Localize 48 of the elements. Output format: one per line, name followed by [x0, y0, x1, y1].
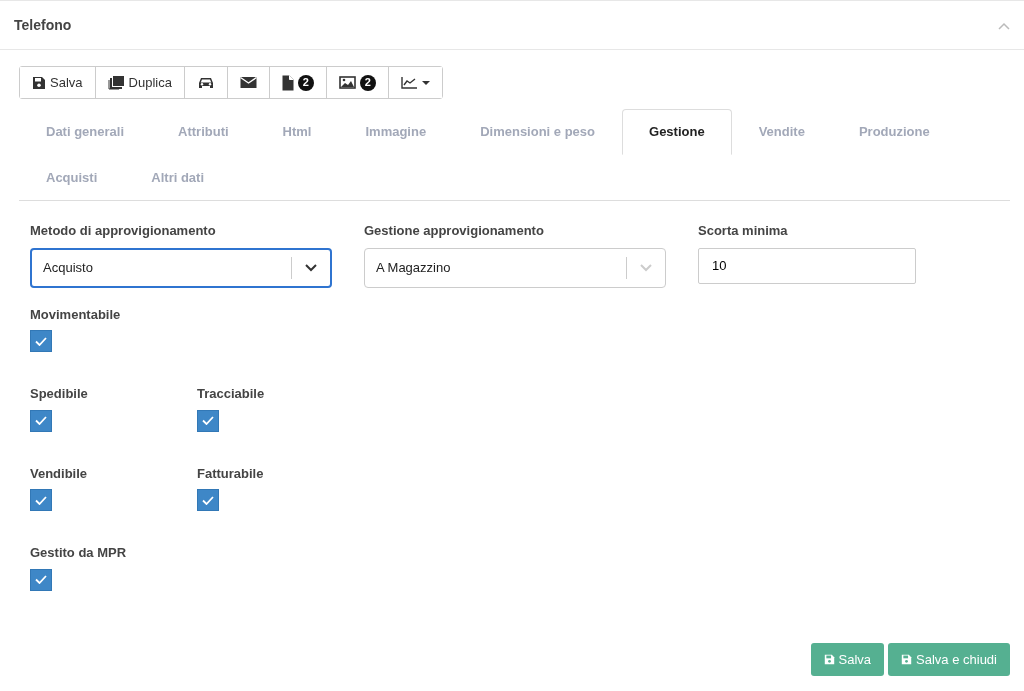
- car-icon: [196, 76, 215, 89]
- field-label: Gestione approvigionamento: [364, 222, 545, 240]
- checkbox-label: Movimentabile: [30, 305, 122, 324]
- checkbox-label: Tracciabile: [197, 385, 266, 403]
- checkbox[interactable]: [30, 330, 52, 352]
- save-button[interactable]: Salva: [810, 643, 885, 676]
- field-label: Metodo di approvigionamento: [30, 222, 217, 240]
- tab[interactable]: Attributi: [151, 109, 256, 155]
- checkbox[interactable]: [30, 409, 52, 432]
- checkbox[interactable]: [30, 489, 52, 511]
- tab[interactable]: Dati generali: [19, 109, 152, 155]
- input-field[interactable]: 10: [698, 247, 916, 284]
- chevron-down-icon: [640, 263, 652, 272]
- image-icon: [338, 76, 356, 89]
- checkbox-label: Vendibile: [30, 464, 89, 483]
- panel-title: Telefono: [14, 15, 72, 35]
- checkmark-icon: [35, 416, 47, 425]
- file-icon: [281, 74, 294, 91]
- checkbox[interactable]: [197, 489, 219, 511]
- copy-icon: [107, 75, 125, 90]
- tab[interactable]: Altri dati: [124, 154, 232, 200]
- checkmark-icon: [202, 416, 214, 425]
- tab[interactable]: Immagine: [338, 109, 454, 155]
- dropdown-field[interactable]: Acquisto: [30, 247, 332, 288]
- tab[interactable]: Produzione: [831, 109, 957, 155]
- count-badge: 2: [359, 74, 376, 91]
- checkbox-label: Gestito da MPR: [30, 544, 128, 562]
- tab[interactable]: Dimensioni e peso: [453, 109, 623, 155]
- save-button[interactable]: Salva: [20, 67, 96, 98]
- line-chart-icon: [400, 76, 418, 89]
- envelope-icon: [239, 76, 257, 89]
- tab[interactable]: Vendite: [731, 109, 832, 155]
- checkmark-icon: [35, 336, 47, 346]
- field-label: Scorta minima: [698, 222, 789, 240]
- checkbox[interactable]: [30, 568, 52, 591]
- chevron-down-icon: [305, 263, 317, 272]
- checkmark-icon: [202, 495, 214, 505]
- save-button[interactable]: Salva e chiudi: [888, 643, 1010, 676]
- dropdown-field[interactable]: A Magazzino: [364, 247, 666, 288]
- checkbox-label: Fatturabile: [197, 464, 265, 483]
- checkmark-icon: [35, 495, 47, 505]
- checkmark-icon: [35, 575, 47, 584]
- tab[interactable]: Html: [255, 109, 339, 155]
- count-badge: 2: [297, 74, 314, 91]
- tab[interactable]: Gestione: [622, 109, 732, 155]
- tab[interactable]: Acquisti: [19, 154, 125, 200]
- checkbox[interactable]: [197, 409, 219, 432]
- checkbox-label: Spedibile: [30, 385, 89, 403]
